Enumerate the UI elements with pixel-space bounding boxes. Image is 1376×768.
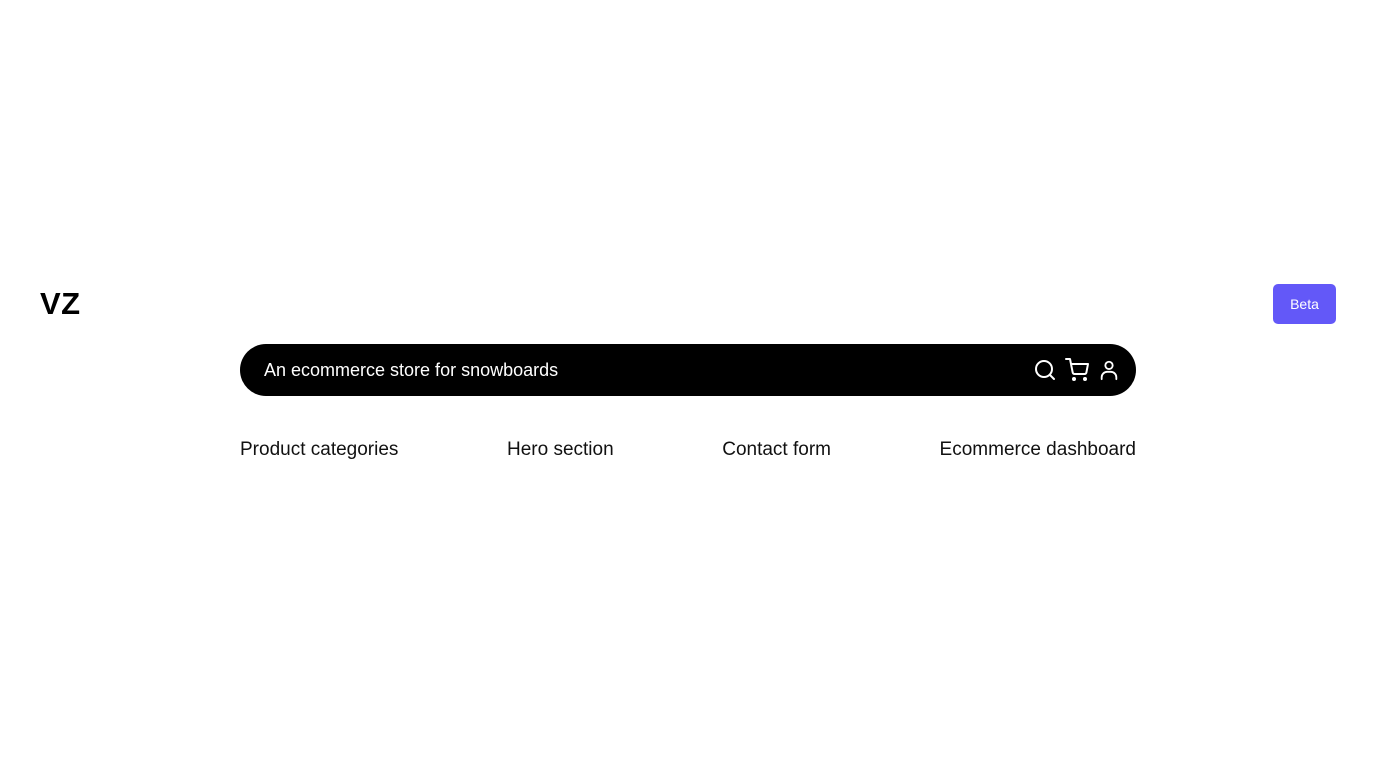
prompt-bar xyxy=(240,344,1136,396)
page: VZ Beta An ecommerce store for snowboard… xyxy=(0,0,1376,768)
suggestion-list: Product categories Hero section Contact … xyxy=(240,437,1136,463)
suggestion-hero-section[interactable]: Hero section xyxy=(507,437,614,463)
suggestion-product-categories[interactable]: Product categories xyxy=(240,437,398,463)
beta-button[interactable]: Beta xyxy=(1273,284,1336,324)
prompt-input[interactable] xyxy=(264,344,1032,396)
suggestion-contact-form[interactable]: Contact form xyxy=(722,437,831,463)
search-icon[interactable] xyxy=(1032,357,1058,383)
user-icon[interactable] xyxy=(1096,357,1122,383)
prompt-icons xyxy=(1032,357,1122,383)
cart-icon[interactable] xyxy=(1064,357,1090,383)
suggestion-ecommerce-dashboard[interactable]: Ecommerce dashboard xyxy=(940,437,1136,463)
logo[interactable]: VZ xyxy=(40,285,81,323)
